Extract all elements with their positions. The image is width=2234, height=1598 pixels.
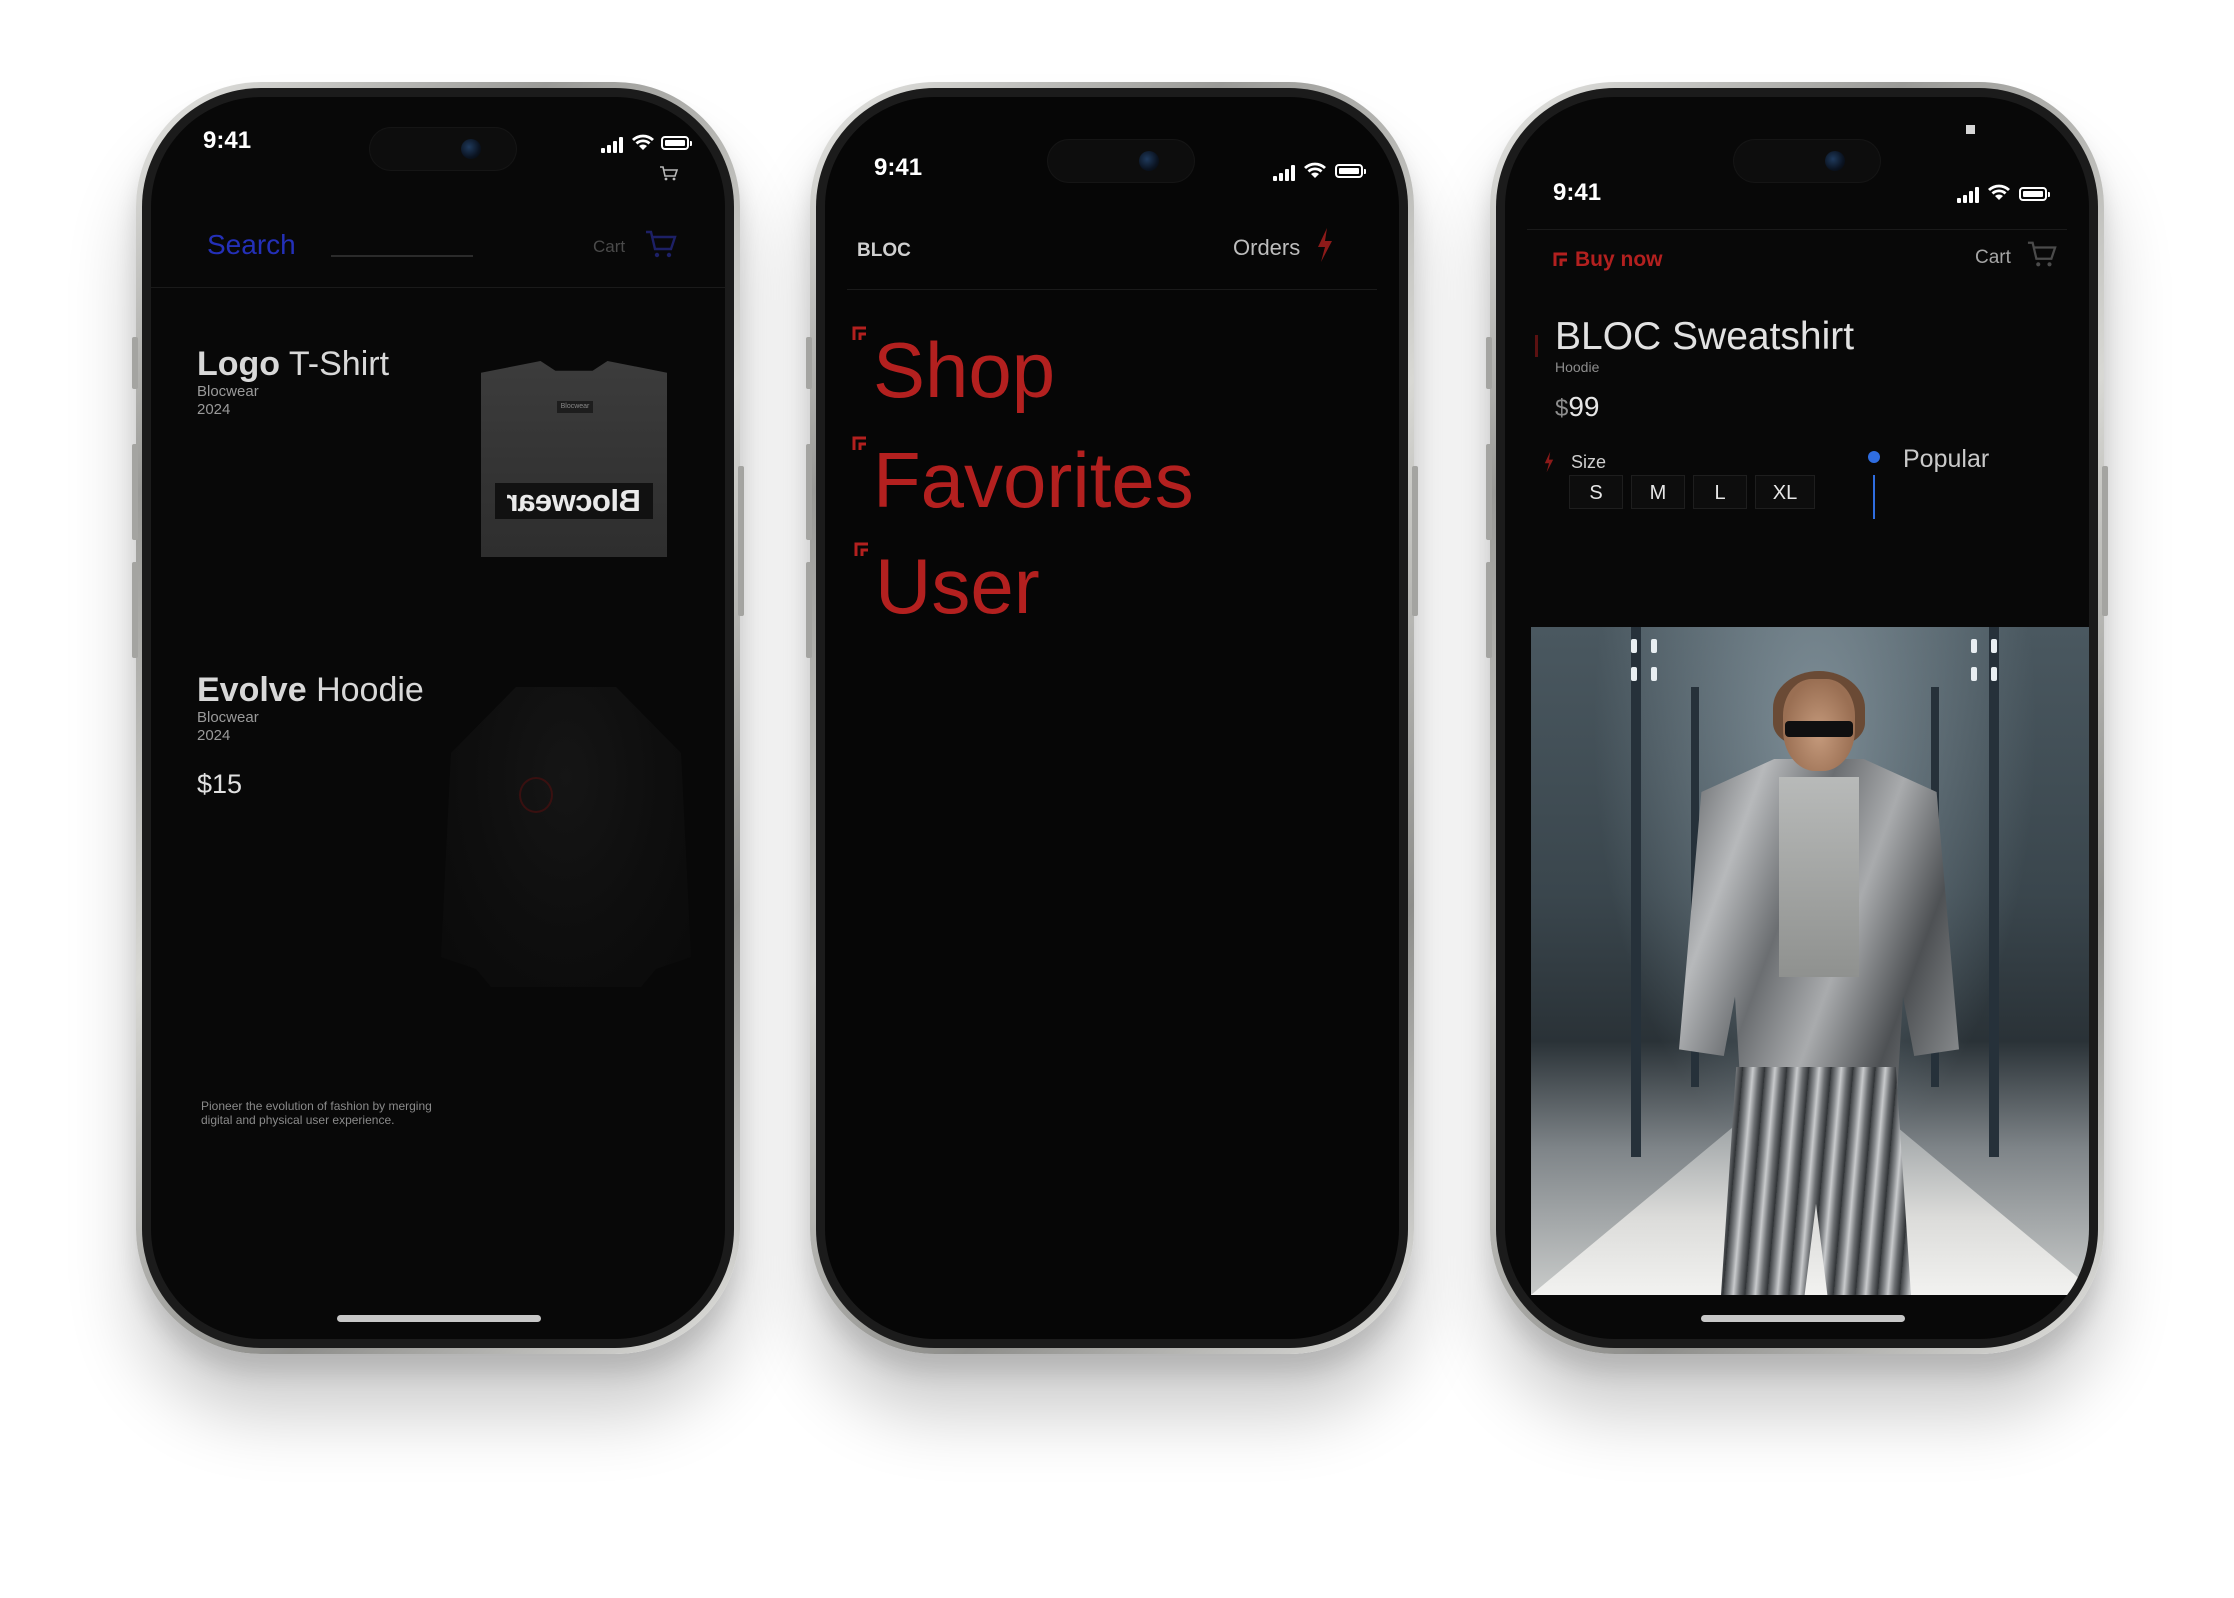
bolt-icon bbox=[1544, 451, 1554, 473]
home-indicator[interactable] bbox=[337, 1315, 541, 1322]
phone-product-screen: 9:41 Buy now Cart BLOC Sweatshirt Hoodie… bbox=[1486, 82, 2108, 1354]
menu-item-label: Favorites bbox=[873, 436, 1194, 524]
product-year: 2024 bbox=[197, 727, 231, 744]
hoodie-image bbox=[441, 687, 691, 987]
product-name: Logo T-Shirt bbox=[197, 345, 390, 383]
signal-icon bbox=[1957, 185, 1981, 203]
home-indicator[interactable] bbox=[1701, 1315, 1905, 1322]
screen: 9:41 Buy now Cart BLOC Sweatshirt Hoodie… bbox=[1505, 97, 2089, 1339]
buy-now-button[interactable]: Buy now bbox=[1575, 248, 1663, 272]
title-accent-bar bbox=[1535, 335, 1538, 357]
product-photo bbox=[1531, 627, 2089, 1295]
phone-menu-screen: 9:41 BLOC Orders Shop Favorites User bbox=[806, 82, 1418, 1354]
orders-label[interactable]: Orders bbox=[1233, 235, 1300, 261]
search-label[interactable]: Search bbox=[207, 229, 296, 261]
size-option-xl[interactable]: XL bbox=[1755, 475, 1815, 509]
popular-label: Popular bbox=[1903, 445, 1990, 473]
battery-icon bbox=[2019, 187, 2050, 201]
header-divider bbox=[847, 289, 1377, 290]
product-title: BLOC Sweatshirt bbox=[1555, 315, 1855, 358]
cart-icon[interactable] bbox=[645, 229, 677, 259]
cart-icon[interactable] bbox=[2027, 239, 2057, 269]
battery-icon bbox=[661, 136, 692, 150]
wifi-icon bbox=[1988, 184, 2010, 200]
dynamic-island bbox=[1733, 139, 1881, 183]
status-time: 9:41 bbox=[1553, 179, 1602, 206]
dynamic-island bbox=[369, 127, 517, 171]
product-price: $15 bbox=[197, 769, 243, 799]
product-name: Evolve Hoodie bbox=[197, 671, 424, 709]
corner-bracket-icon bbox=[852, 436, 866, 450]
cart-icon[interactable] bbox=[659, 165, 679, 181]
brand-label[interactable]: BLOC bbox=[857, 240, 911, 262]
dynamic-island bbox=[1047, 139, 1195, 183]
tshirt-print: Blocwear bbox=[495, 483, 653, 519]
popular-dot bbox=[1868, 451, 1880, 463]
product-brand: Blocwear bbox=[197, 383, 259, 400]
status-time: 9:41 bbox=[203, 127, 252, 154]
signal-icon bbox=[601, 135, 625, 153]
bolt-icon[interactable] bbox=[1315, 227, 1335, 263]
corner-bracket-icon bbox=[854, 542, 868, 556]
product-year: 2024 bbox=[197, 401, 231, 418]
tshirt-image: Blocwear Blocwear bbox=[481, 361, 667, 557]
product-type: Hoodie bbox=[1555, 359, 1600, 375]
battery-icon bbox=[1335, 164, 1366, 178]
menu-item-label: User bbox=[875, 542, 1040, 630]
corner-bracket-icon bbox=[1553, 252, 1567, 266]
size-label: Size bbox=[1571, 452, 1607, 472]
wifi-icon bbox=[1304, 162, 1326, 178]
size-option-m[interactable]: M bbox=[1631, 475, 1685, 509]
size-option-l[interactable]: L bbox=[1693, 475, 1747, 509]
screen: 9:41 Search Cart Logo T-Shirt Blocwear 2… bbox=[151, 97, 725, 1339]
header-divider bbox=[151, 287, 725, 288]
screen: 9:41 BLOC Orders Shop Favorites User bbox=[825, 97, 1399, 1339]
status-time: 9:41 bbox=[874, 154, 923, 181]
phone-search-screen: 9:41 Search Cart Logo T-Shirt Blocwear 2… bbox=[132, 82, 744, 1354]
cart-label[interactable]: Cart bbox=[1975, 247, 2011, 269]
footer-tagline: Pioneer the evolution of fashion by merg… bbox=[201, 1099, 432, 1127]
wifi-icon bbox=[632, 134, 654, 150]
search-input-underline[interactable] bbox=[331, 255, 473, 257]
status-divider bbox=[1527, 229, 2067, 230]
cart-label[interactable]: Cart bbox=[593, 237, 625, 257]
product-price: $99 bbox=[1555, 391, 1600, 422]
tshirt-tag: Blocwear bbox=[557, 401, 593, 413]
camera-dot bbox=[1966, 125, 1975, 134]
menu-item-label: Shop bbox=[873, 326, 1056, 414]
popular-line bbox=[1873, 475, 1875, 519]
size-option-s[interactable]: S bbox=[1569, 475, 1623, 509]
signal-icon bbox=[1273, 163, 1297, 181]
product-brand: Blocwear bbox=[197, 709, 259, 726]
corner-bracket-icon bbox=[852, 326, 866, 340]
